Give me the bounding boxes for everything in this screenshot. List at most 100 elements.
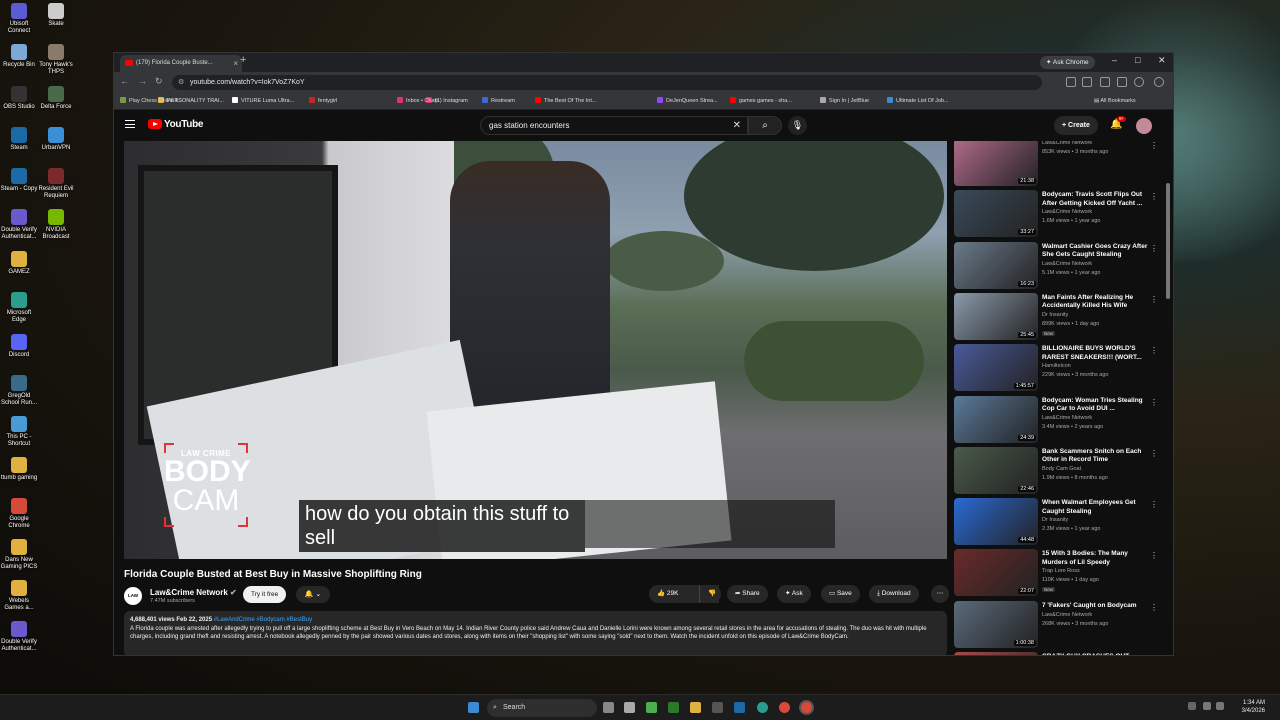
more-options-icon[interactable]: ⋮ bbox=[1150, 449, 1158, 458]
new-tab-button[interactable]: + bbox=[240, 54, 246, 66]
youtube-logo-icon[interactable] bbox=[148, 119, 162, 129]
windows-start-icon[interactable] bbox=[468, 702, 479, 713]
video-thumbnail[interactable]: 22:07 bbox=[954, 549, 1038, 597]
more-actions-button[interactable]: ⋯ bbox=[931, 585, 949, 603]
related-video-channel[interactable]: Law&Crime Network bbox=[1042, 612, 1092, 618]
related-video-channel[interactable]: Law&Crime Network bbox=[1042, 209, 1092, 215]
related-video-item[interactable]: 44:48 When Walmart Employees Get Caught S… bbox=[954, 498, 1159, 546]
bookmark-item[interactable]: Inbox • Chats bbox=[397, 93, 439, 110]
clear-search-icon[interactable]: ✕ bbox=[733, 117, 741, 134]
maximize-icon[interactable]: □ bbox=[1135, 55, 1140, 65]
try-free-button[interactable]: Try it free bbox=[243, 586, 287, 603]
related-video-item[interactable]: 22:46 Bank Scammers Snitch on Each Other … bbox=[954, 446, 1159, 495]
video-thumbnail[interactable]: 33:27 bbox=[954, 190, 1038, 238]
subscription-bell-button[interactable]: 🔔 ⌄ bbox=[296, 586, 330, 603]
desktop-icon[interactable]: Double Verify Authenticat... bbox=[0, 209, 38, 241]
bookmark-item[interactable]: Ultimate List Of Job... bbox=[887, 93, 949, 110]
address-input[interactable]: ⚙ youtube.com/watch?v=Iok7VoZ7KoY bbox=[172, 75, 1042, 90]
desktop-icon[interactable]: Steam bbox=[0, 127, 38, 152]
related-video-title[interactable]: BILLIONAIRE BUYS WORLD'S RAREST SNEAKERS… bbox=[1042, 345, 1148, 362]
video-thumbnail[interactable]: 25:45 bbox=[954, 292, 1038, 340]
ask-chrome-button[interactable]: ✦ Ask Chrome bbox=[1040, 56, 1095, 69]
related-video-item[interactable]: CRAZY GUY CRASHES OUT...⋮ bbox=[954, 652, 1159, 655]
channel-avatar[interactable]: LAW CRIME bbox=[124, 587, 142, 616]
bookmark-item[interactable]: Sign In | JetBlue bbox=[820, 93, 869, 110]
desktop-icon[interactable]: Webels Games a... bbox=[0, 580, 38, 612]
bookmark-item[interactable]: VITURE Luma Ultra... bbox=[232, 93, 294, 110]
desktop-icon[interactable]: Skate bbox=[37, 3, 75, 28]
back-icon[interactable]: ← bbox=[120, 76, 129, 86]
related-video-channel[interactable]: Dr Insanity bbox=[1042, 312, 1068, 318]
guide-menu-icon[interactable] bbox=[125, 120, 135, 128]
related-video-channel[interactable]: Law&Crime Network bbox=[1042, 261, 1092, 267]
store-icon[interactable] bbox=[712, 702, 723, 713]
more-options-icon[interactable]: ⋮ bbox=[1150, 654, 1158, 655]
related-video-channel[interactable]: Body Cam Goat bbox=[1042, 466, 1081, 472]
create-button[interactable]: + Create bbox=[1054, 116, 1098, 135]
video-thumbnail[interactable]: 1:45:57 bbox=[954, 344, 1038, 392]
tab-youtube[interactable]: (179) Florida Couple Buste... × bbox=[120, 55, 242, 72]
desktop-icon[interactable]: Double Verify Authenticat... bbox=[0, 621, 38, 653]
account-avatar[interactable] bbox=[1136, 118, 1152, 134]
desktop-icon[interactable]: Tony Hawk's THPS bbox=[37, 44, 75, 76]
forward-icon[interactable]: → bbox=[138, 76, 147, 86]
related-video-channel[interactable]: Trap Lore Ross bbox=[1042, 568, 1080, 574]
more-options-icon[interactable]: ⋮ bbox=[1150, 346, 1158, 355]
related-video-title[interactable]: When Walmart Employees Get Caught Steali… bbox=[1042, 499, 1148, 516]
save-button[interactable]: ▭ Save bbox=[821, 585, 860, 603]
video-thumbnail[interactable]: 1:00:38 bbox=[954, 600, 1038, 648]
related-video-title[interactable]: Man Faints After Realizing He Accidental… bbox=[1042, 294, 1148, 311]
sidebar-icon[interactable] bbox=[1082, 77, 1092, 87]
tray-chevron-icon[interactable] bbox=[1188, 702, 1196, 710]
edge-icon[interactable] bbox=[757, 702, 768, 713]
extensions-icon[interactable] bbox=[1066, 77, 1076, 87]
related-video-item[interactable]: 22:07 15 With 3 Bodies: The Many Murders … bbox=[954, 549, 1159, 597]
video-description[interactable]: 4,688,401 views Feb 22, 2025 #LawAndCrim… bbox=[124, 611, 947, 655]
desktop-icon[interactable]: UrbanVPN bbox=[37, 127, 75, 152]
video-thumbnail[interactable]: 24:39 bbox=[954, 395, 1038, 443]
desktop-icon[interactable]: Dans New Gaming PICS bbox=[0, 539, 38, 571]
minimize-icon[interactable]: – bbox=[1112, 55, 1117, 65]
related-video-title[interactable]: Bodycam: Travis Scott Flips Out After Ge… bbox=[1042, 191, 1148, 208]
bookmark-item[interactable]: Play Chess Online f... bbox=[120, 93, 182, 110]
youtube-logo-text[interactable]: YouTube bbox=[164, 119, 204, 130]
video-thumbnail[interactable]: 16:23 bbox=[954, 241, 1038, 289]
nvidia-icon[interactable] bbox=[668, 702, 679, 713]
video-player[interactable]: LAW CRIME BODY CAM how do you obtain thi… bbox=[124, 141, 947, 559]
desktop-icon[interactable]: NVIDIA Broadcast bbox=[37, 209, 75, 241]
related-video-title[interactable]: Bank Scammers Snitch on Each Other in Re… bbox=[1042, 448, 1148, 465]
more-options-icon[interactable]: ⋮ bbox=[1150, 141, 1158, 150]
more-options-icon[interactable]: ⋮ bbox=[1150, 244, 1158, 253]
video-thumbnail[interactable]: 21:38 bbox=[954, 141, 1038, 186]
sidebar-scrollbar[interactable] bbox=[1166, 183, 1170, 299]
related-video-channel[interactable]: Law&Crime Network bbox=[1042, 141, 1092, 146]
chrome-icon[interactable] bbox=[779, 702, 790, 713]
all-bookmarks[interactable]: ▤ All Bookmarks bbox=[1094, 93, 1136, 110]
related-video-item[interactable]: 1:00:38 7 'Fakers' Caught on Bodycam Law&C… bbox=[954, 600, 1159, 649]
voice-search-button[interactable]: 🎙 bbox=[788, 116, 807, 135]
taskbar-search[interactable]: ⌕ Search bbox=[487, 699, 597, 717]
related-video-title[interactable]: CRAZY GUY CRASHES OUT... bbox=[1042, 653, 1148, 655]
reload-icon[interactable]: ↻ bbox=[155, 76, 163, 87]
more-options-icon[interactable]: ⋮ bbox=[1150, 192, 1158, 201]
cast-icon[interactable] bbox=[1117, 77, 1127, 87]
related-video-title[interactable]: 15 With 3 Bodies: The Many Murders of Li… bbox=[1042, 550, 1148, 567]
related-video-title[interactable]: 7 'Fakers' Caught on Bodycam bbox=[1042, 602, 1148, 611]
desktop-icon[interactable]: Microsoft Edge bbox=[0, 292, 38, 324]
network-icon[interactable] bbox=[1203, 702, 1211, 710]
desktop-icon[interactable]: Discord bbox=[0, 334, 38, 359]
desktop-icon[interactable]: ttumb gaming bbox=[0, 457, 38, 482]
settings-icon[interactable] bbox=[624, 702, 635, 713]
close-window-icon[interactable]: ✕ bbox=[1158, 55, 1166, 66]
related-video-channel[interactable]: Dr Insanity bbox=[1042, 517, 1068, 523]
related-video-item[interactable]: 33:27 Bodycam: Travis Scott Flips Out Aft… bbox=[954, 190, 1159, 238]
download-button[interactable]: ⤓ Download bbox=[869, 585, 919, 603]
media-icon[interactable] bbox=[646, 702, 657, 713]
more-options-icon[interactable]: ⋮ bbox=[1150, 551, 1158, 560]
desktop-icon[interactable]: Delta Force bbox=[37, 86, 75, 111]
video-thumbnail[interactable]: 44:48 bbox=[954, 498, 1038, 546]
desktop-icon[interactable]: Resident Evil Requiem bbox=[37, 168, 75, 200]
more-options-icon[interactable]: ⋮ bbox=[1150, 500, 1158, 509]
site-info-icon[interactable]: ⚙ bbox=[178, 75, 184, 90]
taskbar-clock[interactable]: 1:34 AM 3/4/2026 bbox=[1229, 699, 1265, 715]
